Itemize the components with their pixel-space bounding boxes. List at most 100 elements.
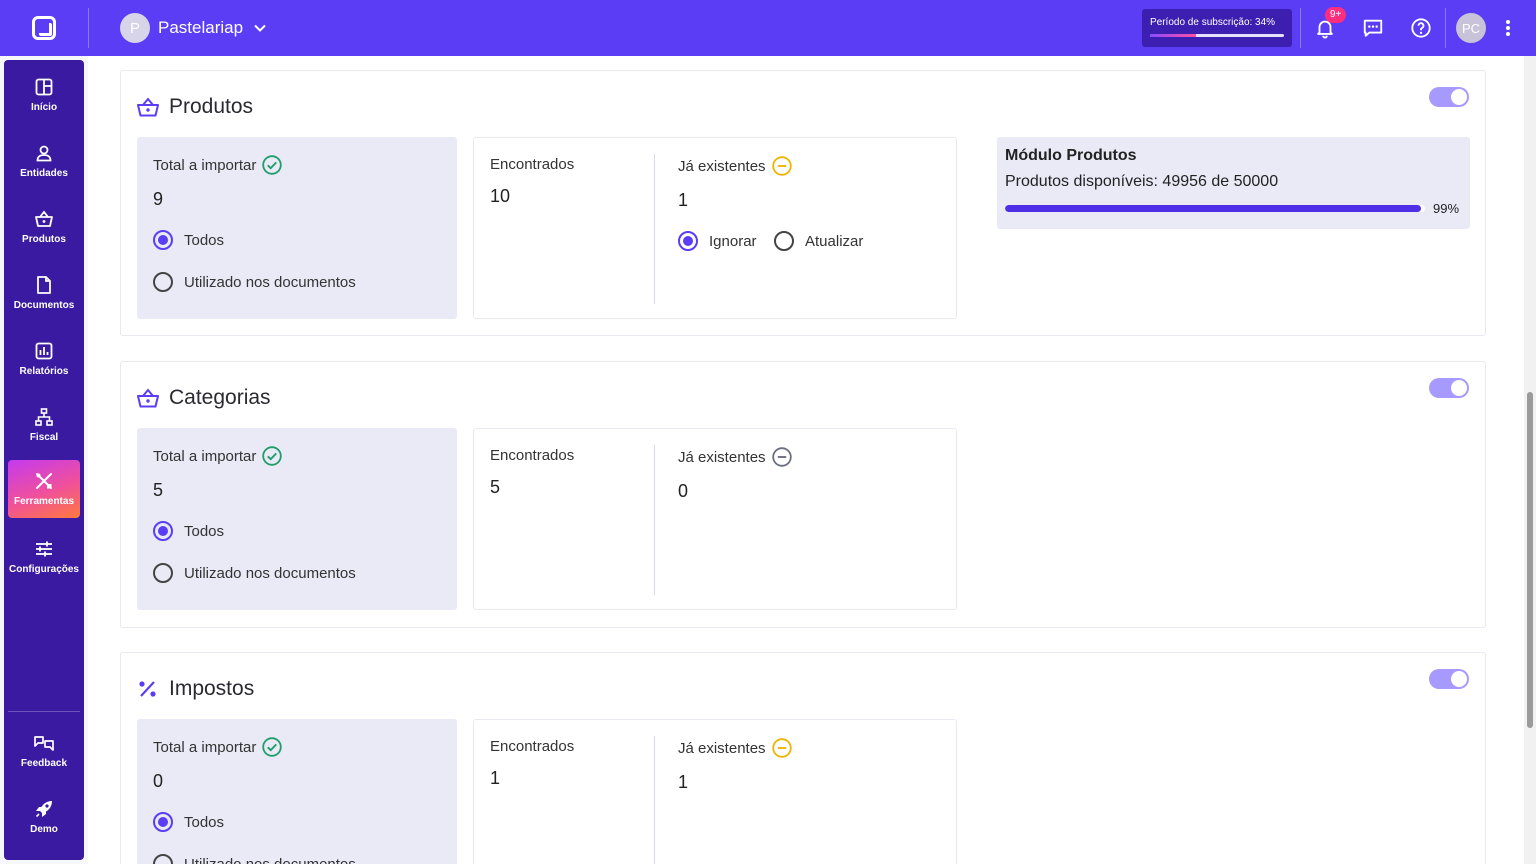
option-all[interactable]: Todos — [153, 812, 224, 832]
found-label: Encontrados — [490, 447, 575, 464]
total-import-label: Total a importar — [153, 447, 257, 465]
module-progress-fill — [1005, 205, 1421, 212]
rocket-icon — [35, 800, 52, 817]
more-options-button[interactable] — [1496, 0, 1520, 56]
messages-button[interactable] — [1349, 0, 1397, 56]
minus-circle-icon — [771, 447, 792, 467]
total-import-label: Total a importar — [153, 738, 257, 756]
total-import-panel: Total a importar 9 Todos Utilizado nos d… — [137, 137, 457, 319]
sidebar-item-produtos[interactable]: Produtos — [8, 198, 80, 256]
sidebar-item-label: Fiscal — [29, 431, 59, 443]
user-icon — [36, 145, 52, 161]
module-progress-percent: 99% — [1433, 201, 1460, 216]
existing-value: 0 — [678, 481, 689, 501]
sidebar-item-relatorios[interactable]: Relatórios — [8, 330, 80, 388]
notifications-badge: 9+ — [1325, 7, 1347, 23]
option-all[interactable]: Todos — [153, 230, 224, 250]
scrollbar-thumb[interactable] — [1527, 392, 1533, 728]
report-icon — [35, 342, 53, 359]
sidebar-item-label: Demo — [30, 823, 58, 835]
workspace-name: Pastelariap — [158, 18, 244, 37]
option-label: Todos — [184, 522, 225, 540]
total-import-panel: Total a importar 0 Todos Utilizado nos d… — [137, 719, 457, 864]
option-label: Utilizado nos documentos — [184, 273, 356, 291]
radio-unselected[interactable] — [774, 231, 794, 251]
divider — [654, 736, 655, 864]
user-menu[interactable]: PC — [1446, 0, 1496, 56]
sidebar-item-feedback[interactable]: Feedback — [8, 722, 80, 780]
workspace-selector[interactable]: P Pastelariap — [120, 13, 267, 43]
settings-sliders-icon — [36, 541, 52, 556]
divider — [654, 154, 655, 304]
help-button[interactable] — [1397, 0, 1445, 56]
total-import-label-row: Total a importar — [153, 155, 283, 175]
subscription-period[interactable]: Período de subscrição: 34% — [1142, 9, 1292, 47]
radio-selected[interactable] — [153, 230, 173, 250]
option-all[interactable]: Todos — [153, 521, 224, 541]
main-content: Produtos Total a importar 9 Todos Utiliz… — [88, 56, 1524, 864]
existing-label: Já existentes — [678, 157, 766, 175]
section-toggle[interactable] — [1429, 669, 1469, 689]
option-ignore[interactable]: Ignorar — [678, 231, 757, 251]
sidebar-item-label: Configurações — [8, 563, 79, 575]
document-icon — [37, 275, 51, 294]
section-toggle[interactable] — [1429, 87, 1469, 107]
total-import-value: 5 — [153, 480, 164, 500]
sidebar-item-demo[interactable]: Demo — [8, 788, 80, 846]
existing-label-row: Já existentes — [678, 738, 792, 758]
subscription-progress-bar — [1150, 34, 1284, 37]
sidebar-item-ferramentas[interactable]: Ferramentas — [8, 460, 80, 518]
option-used-in-documents[interactable]: Utilizado nos documentos — [153, 563, 356, 583]
feedback-icon — [34, 735, 54, 751]
sidebar-item-label: Produtos — [22, 233, 66, 245]
radio-selected[interactable] — [153, 521, 173, 541]
total-import-label-row: Total a importar — [153, 446, 283, 466]
sidebar-item-label: Ferramentas — [13, 495, 75, 507]
existing-value: 1 — [678, 772, 689, 792]
module-products-usage: Módulo Produtos Produtos disponíveis: 49… — [997, 137, 1470, 229]
existing-label: Já existentes — [678, 739, 766, 757]
section-toggle[interactable] — [1429, 378, 1469, 398]
divider — [88, 8, 89, 48]
fiscal-icon — [35, 407, 53, 426]
radio-unselected[interactable] — [153, 272, 173, 292]
module-progress-bar — [1005, 205, 1425, 212]
import-section-categorias: Categorias Total a importar 5 Todos Util… — [120, 361, 1486, 628]
option-used-in-documents[interactable]: Utilizado nos documentos — [153, 272, 356, 292]
module-title: Módulo Produtos — [1005, 147, 1137, 164]
sidebar-item-documentos[interactable]: Documentos — [8, 264, 80, 322]
section-title: Impostos — [137, 677, 254, 701]
divider — [8, 711, 80, 712]
option-label: Utilizado nos documentos — [184, 564, 356, 582]
sidebar-item-entidades[interactable]: Entidades — [8, 132, 80, 190]
sidebar-item-label: Documentos — [13, 299, 75, 311]
existing-label-row: Já existentes — [678, 447, 792, 467]
notifications-button[interactable]: 9+ — [1301, 0, 1349, 56]
sidebar-item-label: Relatórios — [19, 365, 69, 377]
radio-selected[interactable] — [678, 231, 698, 251]
sidebar-item-fiscal[interactable]: Fiscal — [8, 396, 80, 454]
workspace-avatar: P — [120, 13, 150, 43]
basket-icon — [137, 388, 159, 408]
radio-unselected[interactable] — [153, 563, 173, 583]
option-used-in-documents[interactable]: Utilizado nos documentos — [153, 854, 356, 864]
sidebar: Início Entidades Produtos Documentos Rel… — [4, 60, 84, 860]
sidebar-item-inicio[interactable]: Início — [8, 66, 80, 124]
radio-selected[interactable] — [153, 812, 173, 832]
sidebar-item-label: Início — [30, 101, 58, 113]
found-value: 5 — [490, 477, 501, 497]
option-label: Utilizado nos documentos — [184, 855, 356, 864]
existing-value: 1 — [678, 190, 689, 210]
section-title-text: Impostos — [169, 677, 255, 700]
radio-unselected[interactable] — [153, 854, 173, 864]
total-import-value: 0 — [153, 771, 164, 791]
option-label: Todos — [184, 813, 225, 831]
found-label: Encontrados — [490, 156, 575, 173]
app-logo[interactable] — [0, 0, 88, 56]
scrollbar[interactable] — [1524, 56, 1536, 864]
section-title-text: Categorias — [169, 386, 271, 409]
sidebar-item-configuracoes[interactable]: Configurações — [8, 528, 80, 586]
option-update[interactable]: Atualizar — [774, 231, 863, 251]
found-panel: Encontrados 5 Já existentes 0 — [473, 428, 957, 610]
divider — [654, 445, 655, 595]
